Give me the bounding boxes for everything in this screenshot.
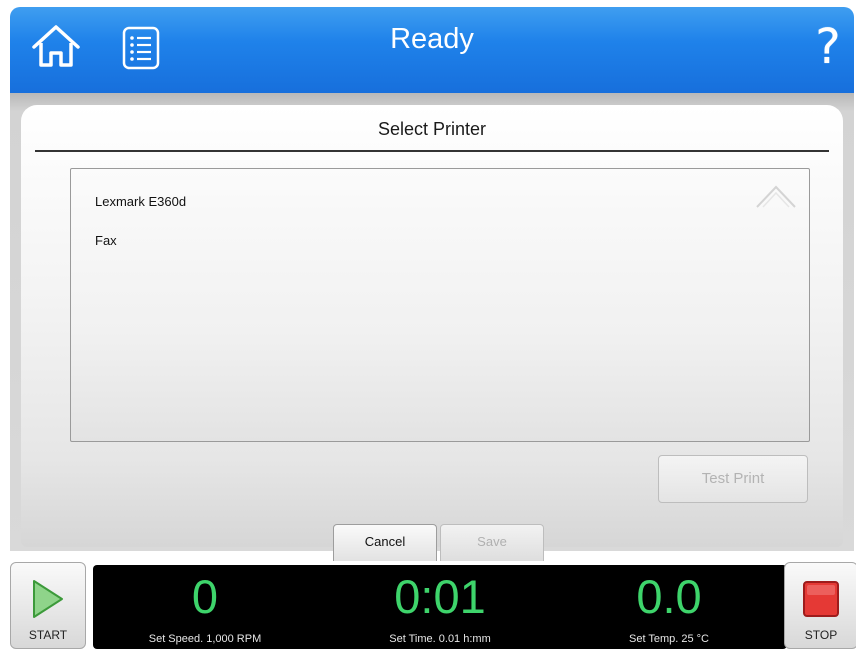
temp-readout: 0.0 Set Temp. 25 °C — [569, 565, 769, 646]
time-readout: 0:01 Set Time. 0.01 h:mm — [340, 565, 540, 646]
printer-item-fax[interactable]: Fax — [95, 233, 117, 248]
stop-label: STOP — [804, 628, 838, 642]
scroll-up-button[interactable] — [753, 181, 799, 211]
speed-readout: 0 Set Speed. 1,000 RPM — [105, 565, 305, 646]
start-button[interactable]: START — [10, 562, 86, 649]
save-button[interactable]: Save — [440, 524, 544, 561]
title-divider — [35, 150, 829, 152]
help-icon: ? — [815, 19, 841, 75]
start-label: START — [28, 628, 68, 642]
status-readout-bar: 0 Set Speed. 1,000 RPM 0:01 Set Time. 0.… — [93, 565, 787, 649]
printer-list[interactable]: Lexmark E360d Fax — [70, 168, 810, 442]
speed-value: 0 — [191, 570, 219, 623]
printer-item-lexmark[interactable]: Lexmark E360d — [95, 194, 186, 209]
help-button[interactable]: ? — [810, 17, 846, 77]
test-print-button[interactable]: Test Print — [658, 455, 808, 503]
main-frame: Select Printer Lexmark E360d Fax Test Pr… — [10, 93, 854, 561]
select-printer-dialog: Select Printer Lexmark E360d Fax Test Pr… — [21, 105, 843, 561]
speed-setpoint: Set Speed. 1,000 RPM — [148, 633, 262, 645]
status-title: Ready — [390, 23, 474, 55]
top-bar: Ready ? — [10, 7, 854, 93]
stop-button[interactable]: STOP — [784, 562, 856, 649]
chevron-up-icon — [756, 185, 796, 208]
time-setpoint: Set Time. 0.01 h:mm — [389, 633, 491, 645]
stop-icon — [803, 581, 839, 617]
temp-value: 0.0 — [636, 570, 702, 623]
play-icon — [33, 580, 63, 618]
cancel-button[interactable]: Cancel — [333, 524, 437, 561]
dialog-title: Select Printer — [377, 119, 487, 139]
temp-setpoint: Set Temp. 25 °C — [628, 633, 709, 645]
time-value: 0:01 — [394, 570, 486, 623]
